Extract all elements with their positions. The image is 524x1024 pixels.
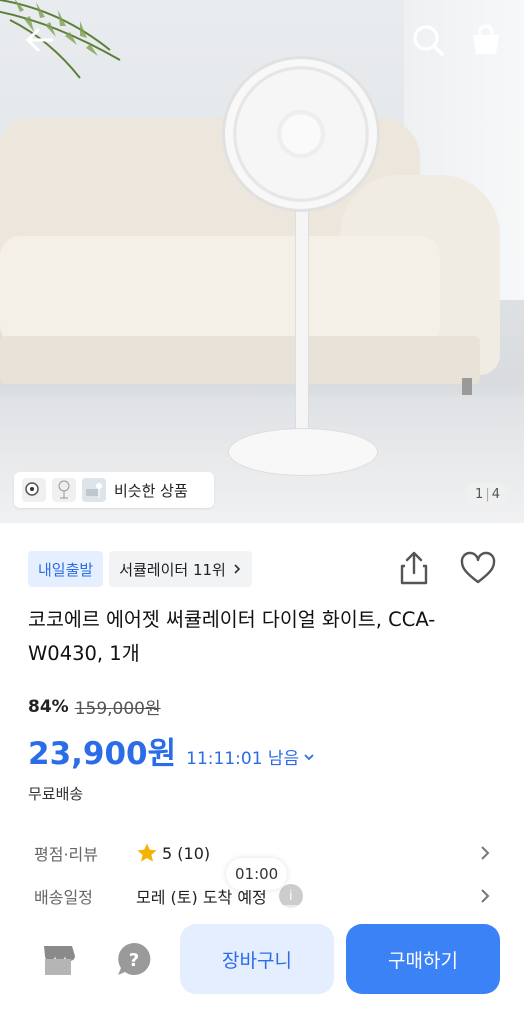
original-price: 159,000원 <box>74 699 161 719</box>
chevron-right-icon <box>481 889 490 903</box>
similar-products-button[interactable]: 비슷한 상품 <box>14 472 214 508</box>
similar-products-label: 비슷한 상품 <box>114 481 188 500</box>
chevron-right-icon <box>481 846 490 860</box>
fan-head <box>222 56 380 212</box>
price-row: 23,900원 11:11:01 남음 <box>28 728 315 773</box>
share-button[interactable] <box>396 549 432 589</box>
help-icon: ? <box>118 942 151 975</box>
add-to-cart-button[interactable]: 장바구니 <box>180 924 334 994</box>
svg-text:?: ? <box>129 950 139 971</box>
chevron-right-icon <box>234 564 240 574</box>
help-button[interactable]: ? <box>114 940 154 980</box>
product-title: 코코에르 에어젯 써큘레이터 다이얼 화이트, CCA-W0430, 1개 <box>28 608 436 665</box>
delivery-badge: 내일출발 <box>28 551 104 587</box>
sofa-base <box>0 336 480 384</box>
sofa-seat <box>0 236 440 346</box>
sale-price: 23,900원 <box>28 736 177 772</box>
product-image[interactable] <box>0 0 524 523</box>
store-button[interactable] <box>38 940 78 980</box>
share-icon <box>400 551 428 585</box>
fan-pole <box>295 205 309 440</box>
store-icon <box>44 946 75 975</box>
back-button[interactable] <box>22 22 58 58</box>
back-arrow-icon <box>26 28 54 52</box>
product-badges: 내일출발 서큘레이터 11위 <box>28 551 252 587</box>
heart-icon <box>460 551 496 584</box>
rating-label: 평점·리뷰 <box>34 845 98 864</box>
image-counter-total: 4 <box>491 486 500 502</box>
ranking-label: 서큘레이터 11위 <box>119 560 226 579</box>
rating-value: 5 (10) <box>162 843 211 863</box>
image-counter-current: 1 <box>475 486 484 502</box>
search-button[interactable] <box>410 22 446 58</box>
shipping-info: 무료배송 <box>28 785 84 803</box>
image-counter-separator: | <box>485 486 490 502</box>
discount-rate: 84% <box>28 696 69 717</box>
chevron-down-icon <box>304 753 314 760</box>
discount-row: 84% 159,000원 <box>28 694 161 720</box>
similar-thumb-1 <box>22 478 46 502</box>
ranking-badge[interactable]: 서큘레이터 11위 <box>109 551 252 587</box>
rating-value-group: 5 (10) <box>136 842 210 864</box>
shopping-bag-icon <box>473 24 499 54</box>
search-icon <box>413 25 444 56</box>
wishlist-button[interactable] <box>458 549 498 589</box>
timer-toast: 01:00 <box>226 858 288 890</box>
deal-timer-text: 11:11:01 남음 <box>186 749 300 769</box>
fan-base <box>228 428 378 476</box>
plant-leaves <box>0 0 121 79</box>
similar-thumb-3 <box>82 478 106 502</box>
similar-thumb-2 <box>52 478 76 502</box>
star-icon <box>137 843 157 862</box>
cart-shortcut-button[interactable] <box>468 22 504 58</box>
image-counter: 1 | 4 <box>467 482 508 506</box>
buy-now-button[interactable]: 구매하기 <box>346 924 500 994</box>
deal-timer[interactable]: 11:11:01 남음 <box>186 744 315 769</box>
